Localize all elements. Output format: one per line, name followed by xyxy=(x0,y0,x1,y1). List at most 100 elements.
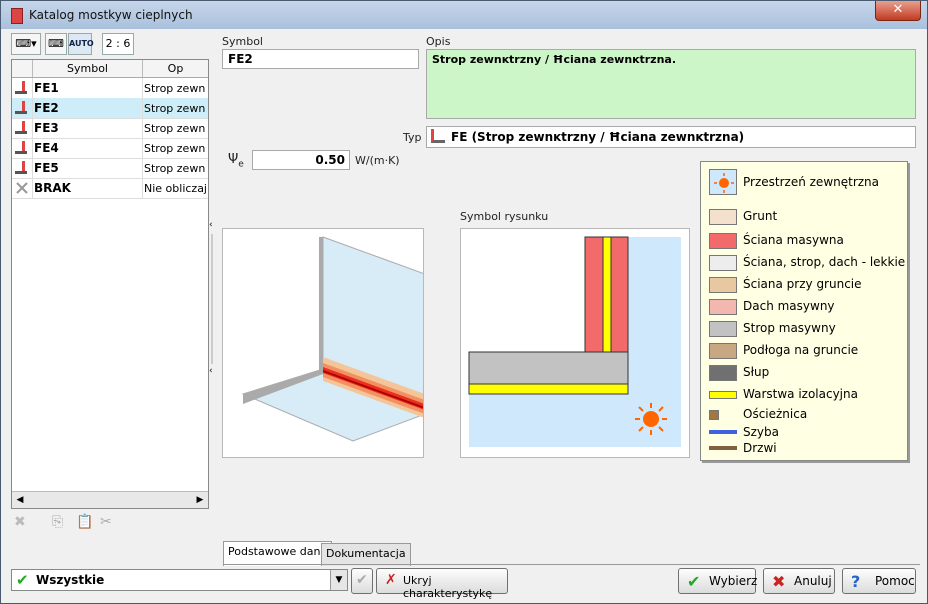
cancel-label: Anuluj xyxy=(794,574,832,588)
typ-label: Typ xyxy=(403,131,422,144)
typ-field[interactable]: FE (Strop zewnĸtrzny / Ħciana zewnĸtrzna… xyxy=(426,126,916,148)
legend-label: Ściana, strop, dach - lekkie xyxy=(743,255,906,269)
legend-label: Podłoga na gruncie xyxy=(743,343,859,357)
choose-label: Wybierz xyxy=(709,574,758,588)
row-description: Strop zewn xyxy=(144,102,206,115)
table-row[interactable]: FE1 Strop zewn xyxy=(12,78,208,99)
tab-divider xyxy=(223,564,920,565)
keyboard-button[interactable]: ⌨ xyxy=(45,33,67,55)
copy-icon[interactable]: ⎘ xyxy=(52,514,63,530)
hide-icon: ✗ xyxy=(385,572,397,588)
horizontal-scrollbar[interactable]: ◀ ▶ xyxy=(12,491,208,508)
choose-button[interactable]: ✔ Wybierz xyxy=(678,568,758,594)
collapse-left-icon-bottom[interactable]: ‹ xyxy=(209,366,213,376)
table-row[interactable]: FE4 Strop zewn xyxy=(12,138,208,159)
symbol-rysunku-label: Symbol rysunku xyxy=(460,210,549,223)
legend-label: Przestrzeń zewnętrzna xyxy=(743,175,880,189)
row-symbol: BRAK xyxy=(34,181,71,195)
bridge-3d-view xyxy=(222,228,435,458)
table-row[interactable]: FE5 Strop zewn xyxy=(12,158,208,179)
view-menu-button[interactable]: ⌨▾ xyxy=(11,33,41,55)
grid-header-desc[interactable]: Op xyxy=(143,60,208,77)
grid-header-symbol[interactable]: Symbol xyxy=(33,60,143,77)
cut-icon[interactable]: ✂ xyxy=(100,514,112,530)
opis-label: Opis xyxy=(426,35,451,48)
keyboard-small-icon: ⌨ xyxy=(48,37,64,50)
sun-icon xyxy=(635,403,667,435)
row-symbol: FE2 xyxy=(34,101,59,115)
grid-header: Symbol Op xyxy=(12,60,208,78)
legend-panel: Przestrzeń zewnętrzna Grunt Ściana masywna… xyxy=(700,161,908,461)
legend-swatch xyxy=(709,391,737,399)
close-button[interactable]: ✕ xyxy=(875,1,921,21)
dropdown-arrow-icon[interactable]: ▼ xyxy=(330,570,347,590)
check-icon: ✔ xyxy=(16,571,29,589)
cancel-button[interactable]: ✖ Anuluj xyxy=(763,568,835,594)
legend-swatch xyxy=(709,446,737,450)
keyboard-icon: ⌨▾ xyxy=(15,37,37,50)
help-button[interactable]: ? Pomoc xyxy=(842,568,916,594)
cancel-x-icon: ✖ xyxy=(772,572,786,591)
no-bridge-icon xyxy=(14,180,30,196)
table-row[interactable]: BRAK Nie obliczaj xyxy=(12,178,208,199)
app-icon xyxy=(11,8,23,24)
legend-swatch xyxy=(709,410,719,420)
legend-swatch xyxy=(709,209,737,225)
psi-unit: W/(m·K) xyxy=(355,154,400,167)
row-symbol: FE5 xyxy=(34,161,59,175)
row-description: Strop zewn xyxy=(144,82,206,95)
paste-icon[interactable]: 📋 xyxy=(76,514,93,530)
legend-label: Dach masywny xyxy=(743,299,835,313)
psi-value-field[interactable]: 0.50 xyxy=(252,150,350,170)
symbol-label: Symbol xyxy=(222,35,263,48)
hide-label: Ukryj charakterystykę xyxy=(403,574,493,600)
hide-characteristic-button[interactable]: ✗ Ukryj charakterystykę xyxy=(376,568,508,600)
scroll-right-icon[interactable]: ▶ xyxy=(194,494,206,506)
collapse-left-icon[interactable]: ‹ xyxy=(209,220,213,230)
help-icon: ? xyxy=(851,572,861,591)
row-symbol: FE3 xyxy=(34,121,59,135)
legend-swatch xyxy=(709,321,737,337)
bridge-type-icon xyxy=(14,160,30,176)
tab-dokumentacja[interactable]: Dokumentacja xyxy=(321,543,411,566)
row-description: Nie obliczaj xyxy=(144,182,206,195)
row-description: Strop zewn xyxy=(144,142,206,155)
title-bar[interactable]: Katalog mostkyw cieplnych ✕ xyxy=(1,1,927,29)
legend-swatch xyxy=(709,430,737,434)
ratio-indicator[interactable]: 2 : 6 xyxy=(102,33,134,55)
typ-value: FE (Strop zewnĸtrzny / Ħciana zewnĸtrzna… xyxy=(451,130,745,144)
legend-label: Ściana masywna xyxy=(743,233,844,247)
psi-label: Ψe xyxy=(228,152,244,170)
filter-value: Wszystkie xyxy=(36,573,105,587)
auto-size-button[interactable]: AUTO xyxy=(68,33,94,55)
bridge-symbol-drawing xyxy=(460,228,690,458)
window-title: Katalog mostkyw cieplnych xyxy=(29,8,193,22)
scroll-left-icon[interactable]: ◀ xyxy=(14,494,26,506)
help-label: Pomoc xyxy=(875,574,915,588)
panel-splitter[interactable]: ‹ ‹ xyxy=(208,220,216,380)
tab-podstawowe-dane[interactable]: Podstawowe dane xyxy=(223,541,333,566)
sun-legend-icon xyxy=(709,169,737,195)
splitter-bar xyxy=(211,234,213,364)
filter-combo[interactable]: ✔ Wszystkie ▼ xyxy=(11,569,348,591)
bridge-type-icon xyxy=(14,140,30,156)
bridge-type-icon xyxy=(14,80,30,96)
row-description: Strop zewn xyxy=(144,122,206,135)
legend-label: Warstwa izolacyjna xyxy=(743,387,858,401)
table-row[interactable]: FE3 Strop zewn xyxy=(12,118,208,139)
legend-swatch xyxy=(709,299,737,315)
legend-label: Drzwi xyxy=(743,441,777,455)
row-description: Strop zewn xyxy=(144,162,206,175)
delete-icon[interactable]: ✖ xyxy=(14,514,26,530)
apply-filter-button[interactable]: ✔ xyxy=(351,568,373,594)
legend-label: Ściana przy gruncie xyxy=(743,277,862,291)
legend-swatch xyxy=(709,233,737,249)
legend-label: Grunt xyxy=(743,209,778,223)
opis-field[interactable]: Strop zewnĸtrzny / Ħciana zewnĸtrzna. xyxy=(426,49,916,119)
table-row[interactable]: FE2 Strop zewn xyxy=(12,98,208,119)
ok-check-icon: ✔ xyxy=(687,572,701,591)
bridge-type-icon xyxy=(14,100,30,116)
type-icon xyxy=(431,129,445,143)
symbol-field[interactable]: FE2 xyxy=(222,49,419,69)
check-gray-icon: ✔ xyxy=(356,572,368,588)
